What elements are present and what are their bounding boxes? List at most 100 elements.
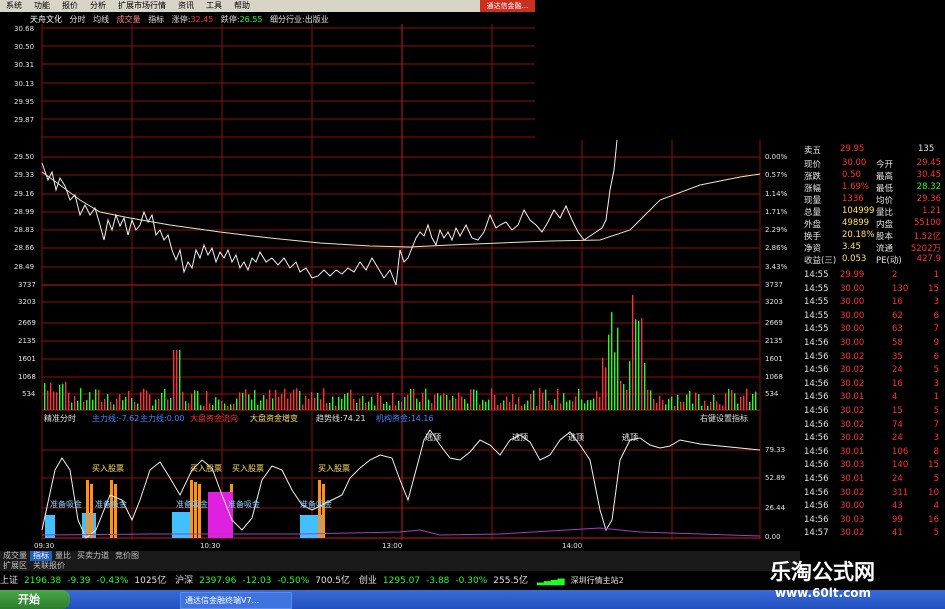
tick-time: 14:56 [804,460,829,471]
volume-bar [629,361,631,410]
index-sh-amt: 1025亿 [134,576,167,586]
volume-bar [239,392,241,410]
index-hs-name[interactable]: 沪深 [175,576,193,586]
volume-bar [485,401,487,410]
volume-bar [515,404,517,410]
quote-field-row: 总量 104999 量比 1.21 [800,206,945,218]
price-tick: 30.68 [14,25,35,33]
volume-bar [674,405,676,410]
tick-count: 3 [933,378,939,389]
volume-tick: 1068 [765,373,783,381]
tick-volume: 106 [892,446,909,457]
price-tick: 28.66 [14,244,35,252]
tick-time: 14:56 [804,433,829,444]
volume-bar [374,405,376,410]
price-tick: 28.49 [14,263,35,271]
tab-volume-bottom[interactable]: 成交量 [0,551,30,561]
market-strength-bars: ▂▃▄▅ [536,576,565,586]
watermark-url: www.60lt.com [775,586,872,600]
tick-volume: 58 [892,338,903,348]
volume-bar [311,391,313,410]
indicator-panel [41,429,761,539]
volume-bar [620,380,622,410]
tab-auction[interactable]: 竞价图 [112,551,142,561]
tick-price: 30.00 [840,310,865,321]
volume-bar [638,321,640,410]
indicator-item-1: 主力线:-7.62 [92,413,139,423]
pct-tick: 1.71% [765,208,788,216]
prep-signal-4: 准备吸金 [300,499,332,509]
volume-bar [503,400,505,410]
volume-bar [74,396,76,410]
volume-bar [401,401,403,410]
volume-bar [662,399,664,410]
volume-bar [398,400,400,410]
tick-time: 14:55 [804,324,829,335]
index-cy-value: 1295.07 [382,576,421,586]
volume-bar [716,401,718,410]
indicator-settings-link[interactable]: 右键设置指标 [700,413,748,423]
volume-bar [164,388,166,410]
volume-bar [728,388,730,410]
volume-bar [53,391,55,410]
volume-bar [626,389,628,410]
tick-volume: 74 [892,419,903,430]
tick-time: 14:56 [804,419,829,430]
volume-bar [725,393,727,410]
volume-bar [557,388,559,410]
start-button[interactable]: 开始 [0,590,70,609]
volume-bar [185,401,187,410]
volume-bar [461,396,463,410]
index-sh-name[interactable]: 上证 [0,576,18,586]
volume-bar [359,398,361,410]
volume-bar [284,388,286,410]
indicator-name[interactable]: 精准分时 [44,413,76,423]
tick-count: 8 [933,446,939,457]
volume-bar [698,394,700,410]
volume-bar [695,392,697,410]
tick-row: 14:56 30.01 106 8 [800,447,945,459]
buy-signal-3: 买入股票 [232,464,264,473]
volume-bar [86,400,88,410]
tab-related-quote[interactable]: 关联报价 [30,561,68,571]
price-tick: 28.99 [14,208,35,216]
tick-price: 30.02 [840,365,865,376]
tick-row: 14:56 30.02 24 3 [800,433,945,445]
index-cy-name[interactable]: 创业 [359,576,377,586]
volume-bar [62,383,64,410]
quote-field-label: 涨跌 [804,172,822,182]
tick-row: 14:56 30.00 43 4 [800,501,945,513]
volume-bars [44,295,757,410]
index-sh-pct: -0.43% [96,576,129,586]
tick-row: 14:56 30.03 140 15 [800,460,945,472]
volume-bar [131,398,133,410]
tick-price: 30.03 [840,460,865,471]
quote-field-label: 最高 [876,172,894,182]
quote-field-label: 内盘 [876,220,894,230]
intraday-chart[interactable]: 买入股票 买入股票 买入股票 买入股票 准备吸金 准备吸金 准备吸金 准备吸金 … [0,0,800,552]
tab-indicator-bottom[interactable]: 指标 [30,551,52,561]
purple-line [41,527,761,537]
volume-bar [737,403,739,410]
tab-volume-ratio[interactable]: 量比 [52,551,74,561]
tick-time: 14:55 [804,270,829,280]
volume-bar [554,399,556,410]
volume-bar [149,394,151,410]
volume-bar [563,393,565,410]
volume-bar [155,399,157,410]
ask5-row: 卖五 29.95 135 [800,144,945,156]
volume-bar [251,399,253,410]
tab-buy-sell-force[interactable]: 买卖力道 [74,551,112,561]
volume-bar [464,399,466,410]
quote-field-label: 均价 [876,196,894,206]
tab-extension[interactable]: 扩展区 [0,561,30,571]
volume-bar [722,405,724,410]
volume-bar [392,392,394,410]
volume-tick: 2669 [18,319,36,327]
volume-bar [677,394,679,410]
taskbar-window-button[interactable]: 通达信金融终端V7... [180,592,292,609]
volume-bar [218,399,220,410]
index-hs-value: 2397.96 [199,576,237,586]
volume-bar [335,405,337,410]
volume-bar [161,392,163,410]
